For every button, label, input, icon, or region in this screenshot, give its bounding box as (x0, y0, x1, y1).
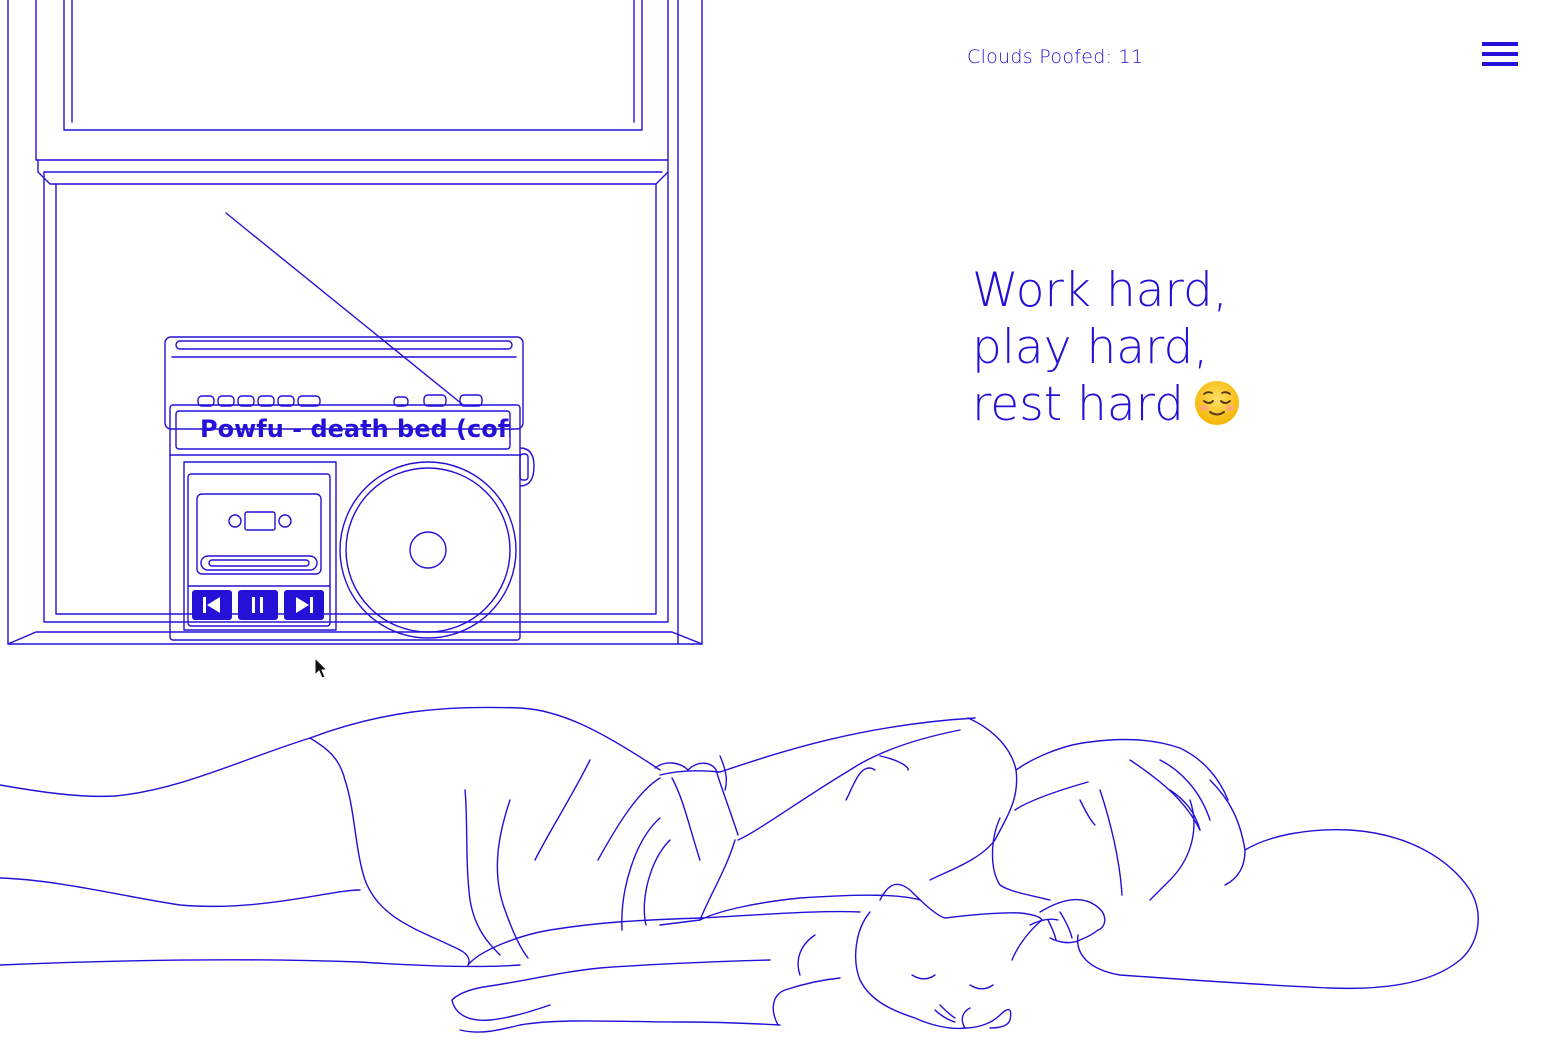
now-playing-display: Powfu - death bed (coffee for your head) (176, 411, 510, 449)
tagline-line-1: Work hard, (972, 263, 1228, 318)
mouse-cursor-icon (314, 657, 329, 679)
sleeping-woman (0, 706, 1246, 968)
pause-button[interactable] (238, 590, 278, 620)
tagline-line-3: rest hard (972, 376, 1240, 433)
previous-track-button[interactable] (192, 590, 232, 620)
relieved-face-emoji (1194, 381, 1239, 425)
next-track-button[interactable] (284, 590, 324, 620)
now-playing-text: Powfu - death bed (coffee for your head) (200, 415, 510, 443)
line-art-illustration (0, 0, 1479, 1033)
pause-icon (252, 597, 263, 613)
window-frame (7, 0, 703, 645)
previous-track-icon (203, 597, 220, 613)
menu-button[interactable] (1480, 40, 1520, 70)
tagline: Work hard, play hard, rest hard (972, 262, 1240, 433)
next-track-icon (296, 597, 313, 613)
tagline-line-2: play hard, (972, 320, 1209, 375)
clouds-poofed-counter: Clouds Poofed: 11 (967, 46, 1144, 68)
pillow (1076, 828, 1479, 990)
